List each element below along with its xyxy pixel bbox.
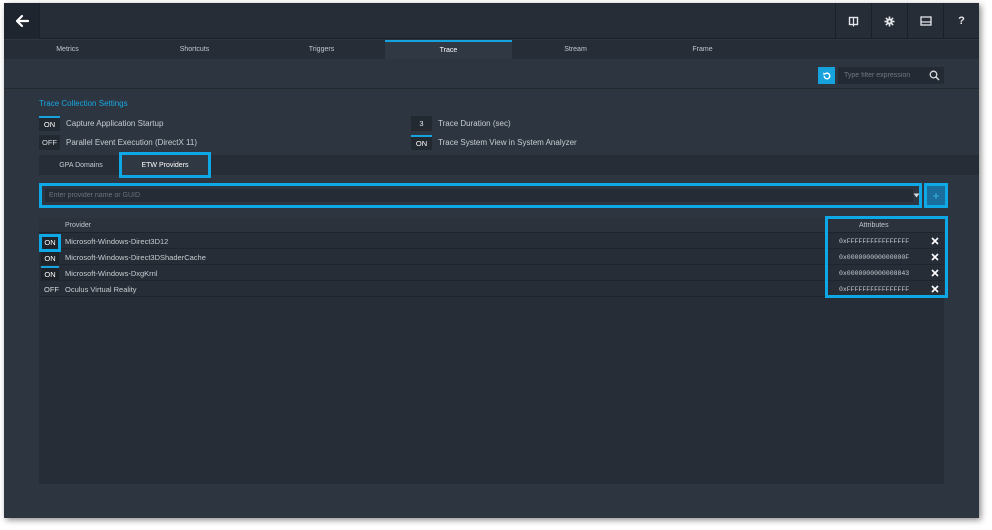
capture-startup-label: Capture Application Startup xyxy=(66,118,164,128)
tab-trace[interactable]: Trace xyxy=(385,40,512,59)
table-row[interactable]: ON Microsoft-Windows-Direct3DShaderCache… xyxy=(39,250,944,265)
capture-startup-toggle[interactable]: ON xyxy=(39,115,60,131)
mail-button[interactable] xyxy=(907,3,943,39)
trace-duration-setting: 3 Trace Duration (sec) xyxy=(411,115,511,131)
table-row[interactable]: ON Microsoft-Windows-Direct3D12 0xFFFFFF… xyxy=(39,234,944,249)
provider-input[interactable] xyxy=(45,189,913,202)
provider-input-bar xyxy=(39,183,922,208)
on-toggle-highlight xyxy=(39,234,61,252)
table-header: Provider Attributes xyxy=(39,218,944,233)
tab-stream[interactable]: Stream xyxy=(512,40,639,59)
tab-triggers[interactable]: Triggers xyxy=(258,40,385,59)
system-view-label: Trace System View in System Analyzer xyxy=(438,137,577,147)
system-view-toggle[interactable]: ON xyxy=(411,134,432,150)
parallel-events-label: Parallel Event Execution (DirectX 11) xyxy=(66,137,198,147)
provider-toggle[interactable]: ON xyxy=(41,250,59,264)
parallel-events-setting: OFF Parallel Event Execution (DirectX 11… xyxy=(39,134,197,150)
provider-name: Microsoft-Windows-DxgKrnl xyxy=(65,269,158,278)
trace-settings-title: Trace Collection Settings xyxy=(39,99,128,108)
search-icon[interactable] xyxy=(929,70,940,81)
refresh-button[interactable] xyxy=(818,67,835,84)
provider-subtabs: GPA Domains ETW Providers xyxy=(39,152,979,178)
provider-toggle[interactable]: OFF xyxy=(41,282,62,296)
dropdown-caret-icon[interactable] xyxy=(913,193,920,198)
filter-bar xyxy=(4,59,979,89)
tab-metrics[interactable]: Metrics xyxy=(4,40,131,59)
back-button[interactable] xyxy=(4,3,40,39)
provider-name: Microsoft-Windows-Direct3DShaderCache xyxy=(65,253,206,262)
refresh-icon xyxy=(822,71,830,79)
tab-gpa-domains[interactable]: GPA Domains xyxy=(45,155,117,175)
tab-etw-providers[interactable]: ETW Providers xyxy=(119,152,211,178)
capture-startup-setting: ON Capture Application Startup xyxy=(39,115,163,131)
main-tabs: Metrics Shortcuts Triggers Trace Stream … xyxy=(4,40,979,59)
gear-icon xyxy=(884,16,895,26)
app-window: ? Metrics Shortcuts Triggers Trace Strea… xyxy=(4,3,979,518)
provider-column-header: Provider xyxy=(65,222,92,229)
provider-name: Oculus Virtual Reality xyxy=(65,285,137,294)
system-view-setting: ON Trace System View in System Analyzer xyxy=(411,134,577,150)
tab-shortcuts[interactable]: Shortcuts xyxy=(131,40,258,59)
book-button[interactable] xyxy=(835,3,871,39)
tab-frame[interactable]: Frame xyxy=(639,40,766,59)
table-row[interactable]: OFF Oculus Virtual Reality 0xFFFFFFFFFFF… xyxy=(39,282,944,297)
provider-table: Provider Attributes ON Microsoft-Windows… xyxy=(39,218,944,484)
provider-toggle[interactable]: ON xyxy=(41,266,59,280)
top-toolbar: ? xyxy=(4,3,979,39)
mail-icon xyxy=(919,16,932,26)
help-button[interactable]: ? xyxy=(943,3,979,39)
attributes-highlight xyxy=(825,216,948,298)
add-provider-button[interactable]: + xyxy=(924,183,948,208)
provider-name: Microsoft-Windows-Direct3D12 xyxy=(65,237,169,246)
book-icon xyxy=(848,16,859,26)
back-arrow-icon xyxy=(15,14,29,28)
parallel-events-toggle[interactable]: OFF xyxy=(39,134,60,150)
toolbar-icons: ? xyxy=(835,3,979,39)
table-row[interactable]: ON Microsoft-Windows-DxgKrnl 0x000000000… xyxy=(39,266,944,281)
trace-duration-input[interactable]: 3 xyxy=(411,115,432,131)
settings-button[interactable] xyxy=(871,3,907,39)
plus-icon: + xyxy=(932,188,940,203)
trace-duration-label: Trace Duration (sec) xyxy=(438,118,511,128)
help-icon: ? xyxy=(958,15,965,27)
